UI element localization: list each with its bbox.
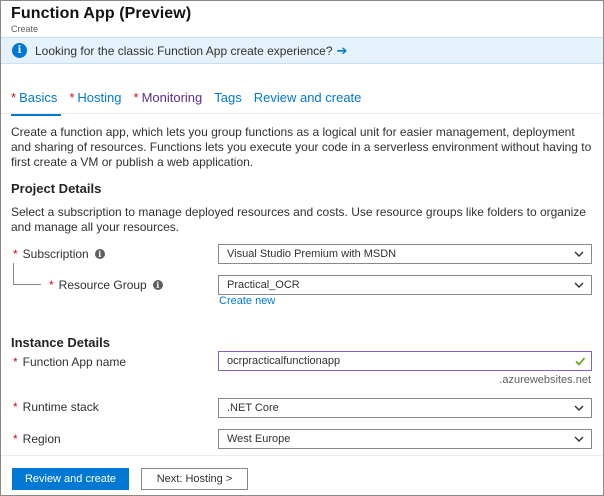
tab-label: Review and create bbox=[253, 90, 362, 105]
tab-review-and-create[interactable]: Review and create bbox=[254, 90, 362, 112]
required-marker: * bbox=[13, 355, 18, 369]
intro-text: Create a function app, which lets you gr… bbox=[11, 125, 592, 169]
subscription-label: * Subscription i bbox=[13, 247, 105, 261]
tab-label: Tags bbox=[214, 90, 242, 105]
chevron-down-icon bbox=[574, 251, 584, 257]
runtime-stack-label: * Runtime stack bbox=[13, 400, 99, 414]
region-dropdown[interactable]: West Europe bbox=[218, 429, 592, 449]
info-banner[interactable]: i Looking for the classic Function App c… bbox=[1, 37, 603, 64]
blade-header: Function App (Preview) Create bbox=[1, 1, 603, 37]
app-name-label: * Function App name bbox=[13, 355, 126, 369]
project-details-description: Select a subscription to manage deployed… bbox=[11, 205, 586, 234]
required-marker: * bbox=[49, 278, 54, 292]
tab-monitoring[interactable]: * Monitoring bbox=[134, 90, 203, 112]
info-tooltip-icon[interactable]: i bbox=[152, 280, 163, 290]
required-marker: * bbox=[13, 432, 18, 446]
instance-details-heading: Instance Details bbox=[11, 335, 110, 350]
subscription-value: Visual Studio Premium with MSDN bbox=[227, 248, 397, 260]
arrow-right-icon[interactable]: ➔ bbox=[337, 43, 348, 59]
checkmark-icon bbox=[575, 357, 586, 366]
tab-hosting[interactable]: * Hosting bbox=[69, 90, 121, 112]
function-app-name-input[interactable]: ocrpracticalfunctionapp bbox=[218, 351, 592, 371]
region-value: West Europe bbox=[227, 433, 291, 445]
runtime-stack-dropdown[interactable]: .NET Core bbox=[218, 398, 592, 418]
chevron-down-icon bbox=[574, 405, 584, 411]
footer-divider bbox=[1, 455, 603, 456]
app-name-value: ocrpracticalfunctionapp bbox=[227, 355, 341, 367]
page-subtitle: Create bbox=[11, 24, 39, 34]
resource-group-label: * Resource Group i bbox=[49, 278, 163, 292]
region-label-text: Region bbox=[22, 432, 61, 446]
tree-connector bbox=[13, 263, 14, 284]
domain-suffix: .azurewebsites.net bbox=[499, 374, 591, 386]
resource-group-dropdown[interactable]: Practical_OCR bbox=[218, 275, 592, 295]
required-marker: * bbox=[69, 90, 75, 105]
project-details-heading: Project Details bbox=[11, 181, 102, 196]
chevron-down-icon bbox=[574, 436, 584, 442]
tab-tags[interactable]: Tags bbox=[214, 90, 241, 112]
runtime-stack-value: .NET Core bbox=[227, 402, 279, 414]
region-label: * Region bbox=[13, 432, 61, 446]
tab-label: Monitoring bbox=[141, 90, 203, 105]
subscription-dropdown[interactable]: Visual Studio Premium with MSDN bbox=[218, 244, 592, 264]
create-new-link[interactable]: Create new bbox=[219, 295, 275, 307]
tab-bar: * Basics * Hosting * Monitoring Tags Review… bbox=[11, 90, 373, 116]
tab-label: Basics bbox=[19, 90, 58, 105]
tree-connector bbox=[13, 284, 41, 285]
info-tooltip-icon[interactable]: i bbox=[94, 249, 105, 259]
resource-group-label-text: Resource Group bbox=[58, 278, 147, 292]
subscription-label-text: Subscription bbox=[22, 247, 89, 261]
required-marker: * bbox=[13, 247, 18, 261]
info-icon: i bbox=[12, 43, 27, 58]
tab-basics[interactable]: * Basics bbox=[11, 90, 62, 116]
tabs-divider bbox=[1, 113, 603, 114]
page-title: Function App (Preview) bbox=[11, 5, 192, 22]
next-hosting-button[interactable]: Next: Hosting > bbox=[141, 468, 248, 490]
required-marker: * bbox=[133, 90, 139, 105]
review-and-create-button[interactable]: Review and create bbox=[12, 468, 129, 490]
required-marker: * bbox=[13, 400, 18, 414]
tab-label: Hosting bbox=[77, 90, 122, 105]
resource-group-value: Practical_OCR bbox=[227, 279, 300, 291]
chevron-down-icon bbox=[574, 282, 584, 288]
runtime-stack-label-text: Runtime stack bbox=[22, 400, 99, 414]
banner-text: Looking for the classic Function App cre… bbox=[35, 43, 333, 58]
app-name-label-text: Function App name bbox=[22, 355, 127, 369]
required-marker: * bbox=[11, 90, 17, 105]
